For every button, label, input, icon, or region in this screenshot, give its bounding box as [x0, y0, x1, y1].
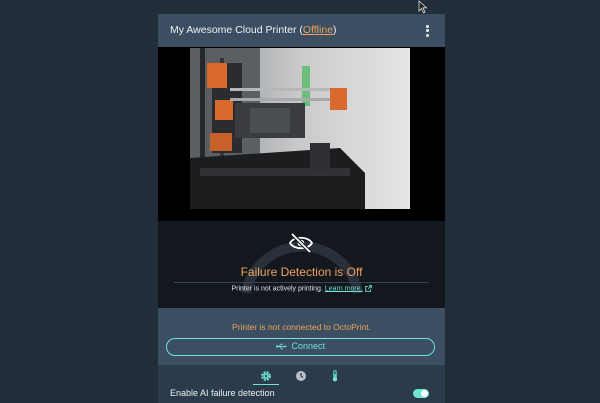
more-options-icon[interactable]	[423, 23, 431, 39]
not-printing-text: Printer is not actively printing.	[231, 285, 323, 293]
learn-more-link[interactable]: Learn more.	[325, 285, 363, 292]
connection-section: Printer is not connected to OctoPrint. C…	[158, 308, 445, 365]
tab-history[interactable]	[288, 368, 314, 385]
failure-detection-panel: Failure Detection is Off Printer is not …	[158, 221, 445, 308]
not-connected-message: Printer is not connected to OctoPrint.	[232, 322, 371, 332]
connect-button[interactable]: Connect	[166, 338, 435, 356]
status-paren-close: )	[333, 24, 337, 36]
settings-tabs	[158, 365, 445, 387]
divider	[174, 282, 429, 283]
eye-off-icon	[288, 232, 314, 254]
ai-detection-toggle[interactable]	[413, 389, 429, 398]
printer-name: My Awesome Cloud Printer	[170, 24, 297, 36]
usb-icon	[275, 343, 287, 350]
clock-icon	[296, 371, 306, 381]
ai-detection-label: Enable AI failure detection	[170, 388, 275, 398]
ai-detection-setting: Enable AI failure detection	[158, 387, 445, 403]
mouse-cursor-icon	[418, 0, 428, 14]
external-link-icon	[364, 285, 372, 292]
card-header: My Awesome Cloud Printer (Offline)	[158, 14, 445, 47]
status-note: Printer is not actively printing. Learn …	[158, 285, 445, 292]
webcam-stream	[158, 47, 445, 221]
printer-title: My Awesome Cloud Printer (Offline)	[170, 24, 337, 36]
tab-temperature[interactable]	[322, 368, 348, 385]
gear-icon	[261, 371, 271, 381]
thermometer-icon	[332, 370, 338, 382]
webcam-image	[190, 48, 410, 209]
printer-card: My Awesome Cloud Printer (Offline) Failu…	[158, 14, 445, 403]
failure-detection-status: Failure Detection is Off	[240, 265, 363, 279]
tab-settings[interactable]	[253, 368, 279, 385]
connect-button-label: Connect	[291, 341, 326, 351]
offline-status-link[interactable]: Offline	[303, 24, 333, 36]
